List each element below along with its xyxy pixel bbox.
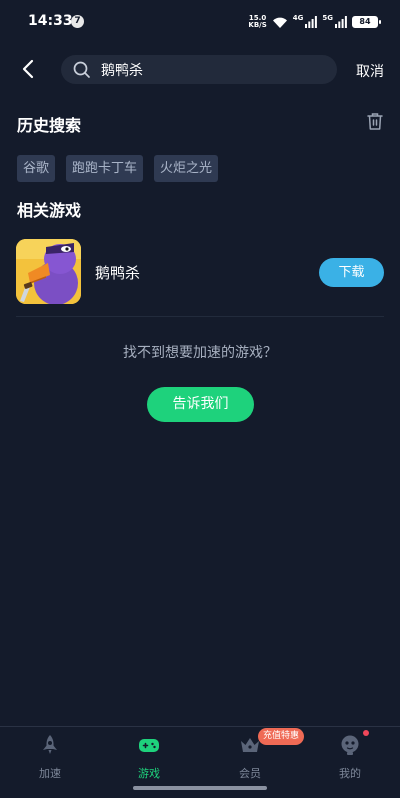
home-indicator[interactable] — [133, 786, 267, 790]
rocket-icon — [43, 735, 57, 754]
nav-item-games[interactable]: 游戏 — [119, 733, 179, 781]
back-button[interactable] — [16, 56, 40, 82]
game-name: 鹅鸭杀 — [95, 264, 141, 282]
wifi-icon — [272, 17, 287, 28]
profile-icon — [341, 735, 359, 755]
search-box[interactable] — [61, 55, 337, 84]
goose-duck-game-icon — [16, 239, 81, 304]
signal-1-icon — [305, 16, 318, 28]
history-tag[interactable]: 火炬之光 — [154, 155, 219, 182]
nav-item-profile[interactable]: 我的 — [320, 733, 380, 781]
history-title: 历史搜索 — [17, 116, 82, 135]
search-icon — [73, 61, 91, 79]
not-found-text: 找不到想要加速的游戏？ — [123, 345, 277, 361]
signal-2-label: 5G — [322, 14, 333, 22]
cancel-button[interactable]: 取消 — [356, 61, 384, 81]
history-tag[interactable]: 谷歌 — [17, 155, 56, 182]
nav-label-profile: 我的 — [339, 767, 361, 780]
network-speed: 15.0 KB/S — [248, 15, 266, 29]
notification-count-badge: 7 — [71, 15, 84, 28]
related-games-title: 相关游戏 — [17, 201, 82, 220]
notification-dot — [363, 730, 369, 736]
gamepad-icon — [139, 739, 159, 752]
divider — [16, 316, 384, 317]
battery-icon: 84 — [352, 16, 381, 28]
tell-us-button[interactable]: 告诉我们 — [147, 387, 254, 422]
search-input[interactable] — [101, 61, 321, 78]
signal-1-label: 4G — [292, 14, 304, 22]
signal-2-icon — [335, 16, 347, 28]
status-indicators: 15.0 KB/S 4G 5G 84 — [248, 14, 381, 30]
status-bar: 14:33 7 15.0 KB/S 4G 5G 84 — [0, 0, 400, 44]
chevron-left-icon — [22, 59, 34, 79]
game-row[interactable]: 鹅鸭杀 下载 — [16, 239, 384, 305]
clear-history-button[interactable] — [365, 111, 385, 131]
status-time: 14:33 — [28, 13, 73, 29]
nav-label-games: 游戏 — [138, 767, 160, 780]
history-tags: 谷歌 跑跑卡丁车 火炬之光 — [17, 155, 219, 182]
trash-icon — [367, 113, 383, 130]
download-button[interactable]: 下载 — [319, 258, 384, 287]
nav-label-accelerate: 加速 — [39, 767, 61, 780]
history-tag[interactable]: 跑跑卡丁车 — [66, 155, 144, 182]
nav-label-membership: 会员 — [239, 767, 261, 780]
nav-item-accelerate[interactable]: 加速 — [20, 733, 80, 781]
network-speed-unit: KB/S — [248, 21, 267, 29]
promo-badge: 充值特惠 — [258, 728, 305, 745]
